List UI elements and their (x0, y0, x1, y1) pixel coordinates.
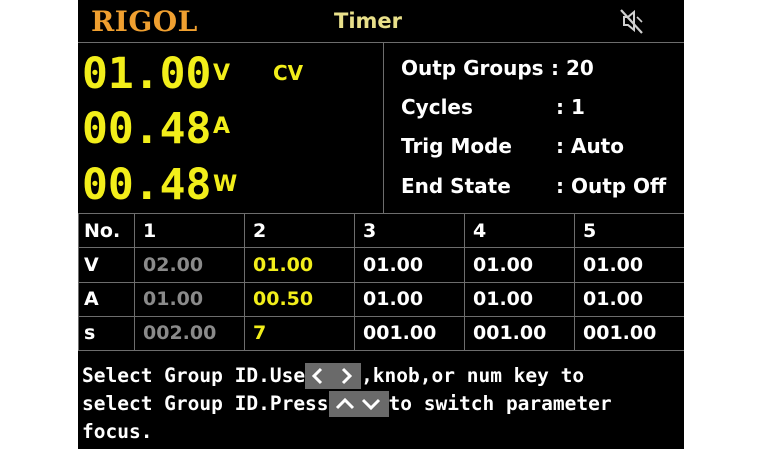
setting-label: Cycles (401, 95, 473, 119)
header-bar: RIGOL Timer (78, 0, 684, 43)
timer-settings-panel: Outp Groups : 20 Cycles : 1 Trig Mode : … (383, 43, 684, 213)
help-line-2: select Group ID.Press to switch parameter (82, 390, 682, 418)
column-header-4[interactable]: 4 (464, 212, 575, 249)
help-text-segment: to switch parameter (388, 392, 612, 415)
help-text-segment: ,knob,or num key to (361, 364, 585, 387)
setting-label: Outp Groups (401, 56, 544, 80)
column-header-3[interactable]: 3 (354, 212, 465, 249)
setting-value: : Outp Off (556, 174, 667, 198)
cv-mode-indicator: CV (273, 61, 304, 85)
table-cell[interactable]: 01.00 (354, 281, 465, 317)
table-cell[interactable]: 002.00 (134, 315, 245, 352)
voltage-reading: 01.00 (82, 49, 212, 99)
table-cell[interactable]: 01.00 (134, 281, 245, 317)
table-cell[interactable]: 001.00 (354, 315, 465, 352)
table-cell[interactable]: 01.00 (464, 247, 575, 283)
help-text-segment: Select Group ID.Use (82, 364, 306, 387)
column-header-2[interactable]: 2 (244, 212, 355, 249)
table-cell[interactable]: 01.00 (574, 281, 684, 317)
table-cell[interactable]: 001.00 (464, 315, 575, 352)
rigol-logo: RIGOL (91, 5, 198, 38)
table-header-row: No. 1 2 3 4 5 (78, 212, 684, 249)
speaker-muted-icon (620, 9, 643, 34)
left-right-arrows-icon (305, 363, 362, 389)
power-unit: W (213, 172, 238, 197)
table-cell[interactable]: 02.00 (134, 247, 245, 283)
up-down-arrows-icon (328, 391, 389, 417)
table-cell[interactable]: 01.00 (354, 247, 465, 283)
table-corner-label: No. (78, 212, 135, 249)
row-label-current: A (78, 281, 135, 317)
table-row-seconds: s 002.00 7 001.00 001.00 001.00 (78, 315, 684, 352)
column-header-1[interactable]: 1 (134, 212, 245, 249)
setting-value: : 20 (551, 56, 594, 80)
setting-label: End State (401, 174, 511, 198)
help-text-segment: select Group ID.Press (82, 392, 329, 415)
row-label-voltage: V (78, 247, 135, 283)
table-cell[interactable]: 01.00 (574, 247, 684, 283)
setting-value: : Auto (556, 134, 624, 158)
setting-value: : 1 (556, 95, 585, 119)
instrument-screen: RIGOL Timer 01.00 V CV 00.48 A 00.48 W O… (78, 0, 684, 449)
column-header-5[interactable]: 5 (574, 212, 684, 249)
table-cell[interactable]: 01.00 (464, 281, 575, 317)
timer-groups-table: No. 1 2 3 4 5 V 02.00 01.00 01.00 01.00 … (78, 212, 684, 352)
table-cell[interactable]: 00.50 (244, 281, 355, 317)
page-title: Timer (334, 9, 403, 33)
power-reading: 00.48 (82, 160, 212, 210)
table-cell[interactable]: 01.00 (244, 247, 355, 283)
table-cell-active[interactable]: 7 (244, 315, 355, 352)
current-unit: A (213, 114, 231, 139)
setting-label: Trig Mode (401, 134, 512, 158)
help-text: Select Group ID.Use ,knob,or num key to s… (82, 362, 682, 446)
help-line-3: focus. (82, 420, 153, 443)
table-cell[interactable]: 001.00 (574, 315, 684, 352)
current-reading: 00.48 (82, 104, 212, 154)
row-label-seconds: s (78, 315, 135, 352)
voltage-unit: V (213, 61, 231, 86)
table-row-voltage: V 02.00 01.00 01.00 01.00 01.00 (78, 247, 684, 283)
help-line-1: Select Group ID.Use ,knob,or num key to (82, 362, 682, 390)
table-row-current: A 01.00 00.50 01.00 01.00 01.00 (78, 281, 684, 317)
output-readings: 01.00 V CV 00.48 A 00.48 W (78, 43, 383, 213)
